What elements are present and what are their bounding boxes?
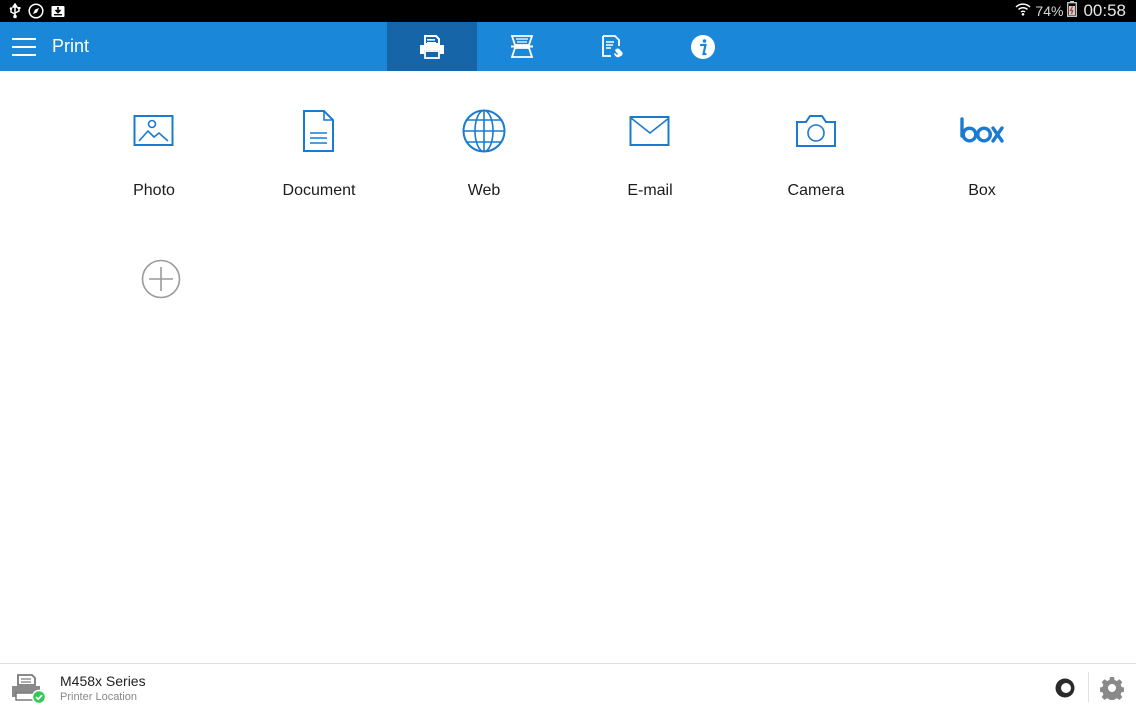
source-label: Document — [282, 182, 356, 199]
tab-copy-fax[interactable] — [568, 22, 658, 71]
source-label: Box — [968, 182, 996, 199]
download-icon — [50, 3, 66, 19]
app-bar: Print — [0, 22, 1136, 71]
printer-name[interactable]: M458x Series — [60, 673, 146, 689]
fax-icon — [602, 34, 623, 57]
refresh-icon[interactable] — [1054, 677, 1076, 699]
source-document[interactable]: Document — [239, 106, 399, 206]
source-label: E-mail — [627, 182, 673, 199]
selected-printer-icon[interactable] — [10, 673, 48, 705]
compass-icon — [28, 3, 44, 19]
printer-location: Printer Location — [60, 691, 138, 703]
source-web[interactable]: Web — [404, 106, 564, 206]
source-box[interactable]: Box — [902, 106, 1062, 206]
wifi-icon — [1015, 2, 1031, 21]
printer-icon — [420, 34, 444, 59]
source-photo[interactable]: Photo — [74, 106, 234, 206]
status-bar: 74% 00:58 — [0, 0, 1136, 22]
box-logo-icon — [960, 117, 1004, 143]
tab-info[interactable] — [658, 22, 748, 71]
hamburger-icon — [12, 38, 36, 56]
add-source-button[interactable] — [141, 259, 181, 299]
status-ok-badge — [31, 689, 47, 705]
battery-icon — [1067, 0, 1078, 22]
divider — [1088, 672, 1089, 702]
source-camera[interactable]: Camera — [736, 106, 896, 206]
camera-icon — [796, 115, 836, 147]
document-icon — [303, 110, 334, 152]
clock: 00:58 — [1083, 1, 1126, 20]
source-label: Photo — [133, 182, 175, 199]
scanner-icon — [510, 34, 534, 58]
tab-print[interactable] — [387, 22, 477, 71]
source-label: Camera — [787, 182, 845, 199]
usb-icon — [8, 3, 22, 19]
settings-gear-icon[interactable] — [1099, 676, 1125, 703]
battery-percent: 74% — [1035, 3, 1064, 19]
globe-icon — [462, 109, 506, 153]
envelope-icon — [629, 116, 670, 146]
plus-circle-icon — [141, 259, 181, 299]
info-icon — [691, 34, 715, 59]
page-title: Print — [52, 36, 90, 56]
photo-icon — [133, 115, 174, 146]
menu-button[interactable] — [8, 32, 40, 62]
tab-scan[interactable] — [477, 22, 567, 71]
source-email[interactable]: E-mail — [570, 106, 730, 206]
printer-status-bar: M458x Series Printer Location — [0, 663, 1136, 710]
source-label: Web — [467, 182, 501, 199]
notification-icons — [8, 3, 66, 19]
system-tray: 74% 00:58 — [1015, 0, 1126, 22]
